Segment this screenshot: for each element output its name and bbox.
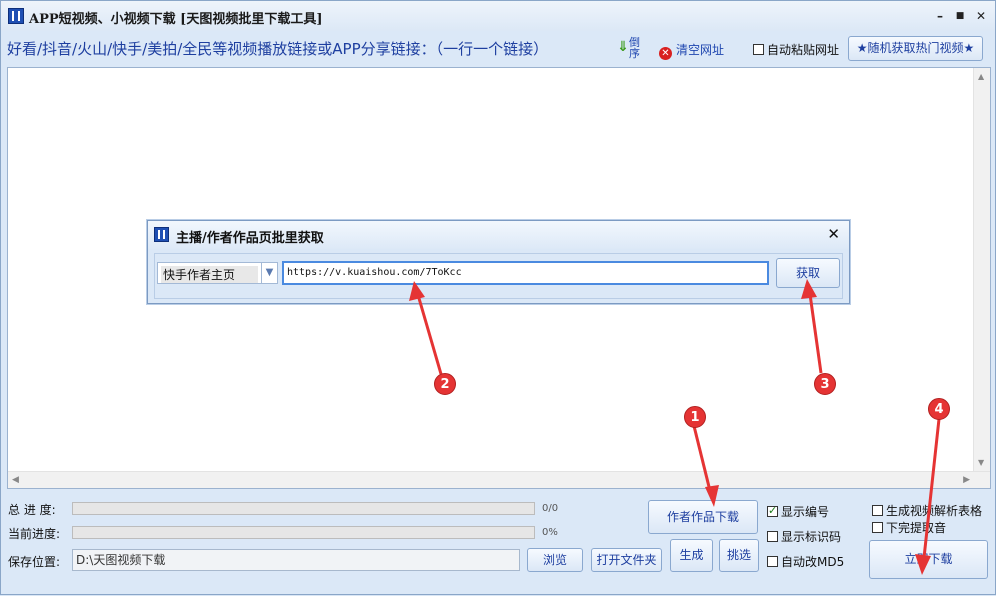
show-number-box[interactable] <box>767 504 778 517</box>
reverse-order-label: 倒序 <box>629 36 640 60</box>
open-folder-button[interactable]: 打开文件夹 <box>591 548 662 572</box>
show-number-label: 显示编号 <box>781 505 830 519</box>
marker-2: 2 <box>434 373 456 395</box>
dialog-body: 快手作者主页 ▼ https://v.kuaishou.com/7ToKcc 获… <box>154 253 843 299</box>
maximize-button[interactable]: ■ <box>951 7 969 25</box>
scroll-right-icon[interactable]: ▶ <box>963 475 970 485</box>
scroll-down-icon[interactable]: ▼ <box>978 458 984 467</box>
author-works-download-button[interactable]: 作者作品下载 <box>648 500 758 534</box>
main-window: APP短视频、小视频下载 [天图视频批里下载工具] – ■ ✕ 好看/抖音/火山… <box>0 0 996 595</box>
close-button[interactable]: ✕ <box>972 7 990 25</box>
chevron-down-icon[interactable]: ▼ <box>261 263 277 283</box>
current-progress-label: 当前进度: <box>8 527 61 541</box>
minimize-button[interactable]: – <box>931 7 949 25</box>
auto-md5-checkbox[interactable]: 自动改MD5 <box>767 553 844 570</box>
vertical-scrollbar[interactable]: ▲ ▼ <box>973 68 990 471</box>
clear-icon: ✕ <box>659 47 672 60</box>
marker-1: 1 <box>684 406 706 428</box>
window-title: APP短视频、小视频下载 [天图视频批里下载工具] <box>29 12 323 27</box>
browse-button[interactable]: 浏览 <box>527 548 583 572</box>
fetch-button[interactable]: 获取 <box>776 258 840 288</box>
dialog-title-bar: 主播/作者作品页批里获取 ✕ <box>148 221 849 249</box>
dialog-title: 主播/作者作品页批里获取 <box>176 231 324 246</box>
total-progress-bar <box>72 502 535 515</box>
scroll-left-icon[interactable]: ◀ <box>12 475 19 485</box>
extract-audio-label: 下完提取音 <box>886 521 947 535</box>
save-path-input[interactable]: D:\天图视频下载 <box>72 549 520 571</box>
source-select[interactable]: 快手作者主页 ▼ <box>157 262 278 284</box>
gen-table-box[interactable] <box>872 505 883 516</box>
current-progress-bar <box>72 526 535 539</box>
horizontal-scrollbar[interactable]: ◀ ▶ <box>8 471 990 488</box>
download-now-button[interactable]: 立即下载 <box>869 540 988 579</box>
marker-4: 4 <box>928 398 950 420</box>
url-instruction: 好看/抖音/火山/快手/美拍/全民等视频播放链接或APP分享链接：（一行一个链接… <box>7 40 549 58</box>
toolbar: 好看/抖音/火山/快手/美拍/全民等视频播放链接或APP分享链接：（一行一个链接… <box>1 31 995 67</box>
gen-table-checkbox[interactable]: 生成视频解析表格 <box>872 502 982 519</box>
clear-urls-button[interactable]: ✕ 清空网址 <box>659 41 724 60</box>
show-id-checkbox[interactable]: 显示标识码 <box>767 528 841 545</box>
source-select-value: 快手作者主页 <box>161 266 258 283</box>
auto-md5-box[interactable] <box>767 556 778 567</box>
reverse-order-button[interactable]: ⇓ 倒序 <box>615 37 645 61</box>
dialog-logo-icon <box>154 227 169 242</box>
author-batch-dialog: 主播/作者作品页批里获取 ✕ 快手作者主页 ▼ https://v.kuaish… <box>147 220 850 304</box>
total-progress-label: 总 进 度: <box>8 503 56 517</box>
author-url-input[interactable]: https://v.kuaishou.com/7ToKcc <box>282 261 769 285</box>
extract-audio-checkbox[interactable]: 下完提取音 <box>872 519 946 536</box>
show-id-box[interactable] <box>767 531 778 542</box>
auto-paste-label: 自动粘贴网址 <box>767 43 840 57</box>
auto-md5-label: 自动改MD5 <box>781 555 845 569</box>
marker-3: 3 <box>814 373 836 395</box>
title-bar: APP短视频、小视频下载 [天图视频批里下载工具] – ■ ✕ <box>1 1 995 31</box>
gen-table-label: 生成视频解析表格 <box>886 504 983 518</box>
show-number-checkbox[interactable]: 显示编号 <box>767 503 829 520</box>
pick-button[interactable]: 挑选 <box>719 539 759 572</box>
generate-button[interactable]: 生成 <box>670 539 713 572</box>
app-logo-icon <box>8 8 24 24</box>
save-location-label: 保存位置: <box>8 555 61 569</box>
current-progress-value: 0% <box>542 527 558 538</box>
arrow-down-icon: ⇓ <box>617 39 629 55</box>
random-hot-videos-button[interactable]: ★随机获取热门视频★ <box>848 36 983 61</box>
total-progress-value: 0/0 <box>542 503 559 514</box>
clear-urls-label: 清空网址 <box>676 43 725 57</box>
dialog-close-button[interactable]: ✕ <box>827 225 840 243</box>
show-id-label: 显示标识码 <box>781 530 842 544</box>
auto-paste-checkbox[interactable]: 自动粘贴网址 <box>753 41 839 58</box>
auto-paste-box[interactable] <box>753 44 764 55</box>
extract-audio-box[interactable] <box>872 522 883 533</box>
scroll-up-icon[interactable]: ▲ <box>978 72 984 81</box>
